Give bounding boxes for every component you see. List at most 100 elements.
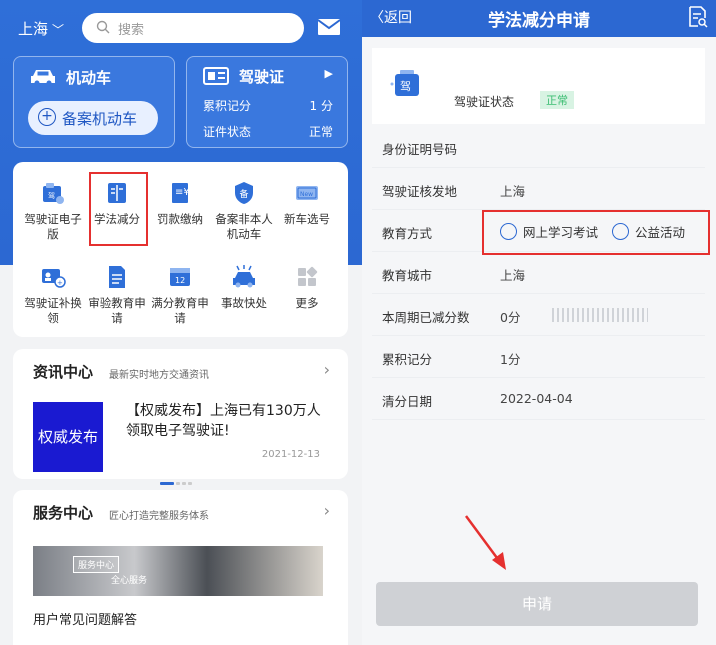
document-icon	[109, 266, 125, 288]
grid-item-review-education[interactable]: 审验教育申请	[85, 264, 149, 326]
status-badge: 正常	[540, 91, 574, 109]
search-icon	[96, 20, 110, 34]
register-vehicle-button[interactable]: + 备案机动车	[28, 101, 158, 135]
calendar-12-icon: 12	[170, 268, 190, 286]
id-card-icon: 驾	[43, 183, 64, 204]
clear-date-value: 2022-04-04	[500, 391, 573, 406]
clear-date-label: 清分日期	[382, 394, 433, 409]
apply-form: 身份证明号码 驾驶证核发地 上海 教育方式 网上学习考试 公益活动 教育城市 上…	[372, 126, 705, 420]
points-label: 累积记分	[203, 99, 252, 113]
grid-item-more[interactable]: 更多	[275, 264, 339, 311]
svg-text:+: +	[57, 279, 63, 287]
top-bar: 上海 ﹀ 搜索	[0, 0, 362, 56]
week-deducted-label: 本周期已减分数	[382, 310, 470, 325]
grid-item-license-reissue[interactable]: + 驾驶证补换领	[21, 264, 85, 326]
nav-bar: 〈返回 学法减分申请	[362, 0, 716, 37]
chevron-right-icon: ▶	[324, 67, 333, 80]
week-deducted-value: 0分	[500, 310, 521, 325]
form-row-week-deducted: 本周期已减分数 0分	[372, 294, 705, 336]
chevron-right-icon[interactable]: ›	[324, 360, 330, 379]
points-value: 1分	[500, 352, 521, 367]
vehicle-card[interactable]: 机动车 + 备案机动车	[13, 56, 175, 148]
svg-text:≡¥: ≡¥	[175, 187, 190, 198]
svg-text:备: 备	[240, 188, 249, 200]
service-center-card[interactable]: 服务中心 匠心打造完整服务体系 › 服务中心 全心服务 用户常见问题解答	[13, 490, 348, 645]
plus-icon: +	[38, 108, 56, 126]
grid-item-full-score-education[interactable]: 12 满分教育申请	[148, 264, 212, 326]
svg-text:驾: 驾	[48, 191, 55, 200]
license-status-label: 驾驶证状态	[454, 95, 515, 109]
highlight-box-edu-method	[482, 210, 710, 255]
grid-item-accident-quick[interactable]: 事故快处	[212, 264, 276, 311]
service-banner[interactable]: 服务中心 全心服务	[33, 546, 323, 596]
shield-bei-icon: 备	[235, 182, 253, 204]
mail-icon[interactable]	[317, 18, 341, 36]
grid-label: 罚款缴纳	[157, 212, 203, 226]
service-banner-text: 全心服务	[111, 576, 148, 586]
license-badge-icon: 驾	[390, 70, 419, 96]
form-row-clear-date: 清分日期 2022-04-04	[372, 378, 705, 420]
license-card-title: 驾驶证	[239, 68, 285, 86]
carousel-dots	[160, 470, 194, 489]
grid-label: 满分教育申请	[151, 296, 209, 325]
news-center-subtitle: 最新实时地方交通资讯	[109, 370, 209, 381]
edu-city-label: 教育城市	[382, 268, 433, 283]
license-status-label: 证件状态	[203, 125, 252, 139]
red-arrow-pointer	[464, 515, 506, 570]
new-plate-icon: New	[296, 186, 318, 200]
search-placeholder: 搜索	[118, 23, 145, 38]
apply-panel: 〈返回 学法减分申请 驾 驾驶证状态 正常 身份证明号码 驾驶证核发地 上海 教…	[362, 0, 716, 645]
news-thumbnail[interactable]: 权威发布	[33, 402, 103, 472]
license-card[interactable]: 驾驶证 ▶ 累积记分 1 分 证件状态 正常	[186, 56, 348, 148]
edu-method-label: 教育方式	[382, 226, 433, 241]
grid-item-pay-fine[interactable]: ≡¥ 罚款缴纳	[148, 180, 212, 227]
grid-item-register-other-vehicle[interactable]: 备 备案非本人机动车	[212, 180, 276, 242]
car-icon	[31, 70, 55, 86]
form-row-id: 身份证明号码	[372, 126, 705, 168]
redacted-bar	[552, 308, 648, 322]
grid-label: 事故快处	[221, 296, 267, 310]
points-label: 累积记分	[382, 352, 433, 367]
page-title: 学法减分申请	[488, 11, 590, 31]
document-search-icon[interactable]	[688, 6, 708, 28]
chevron-down-icon: ﹀	[52, 23, 65, 37]
news-center-title: 资讯中心	[33, 363, 94, 381]
grid-label: 审验教育申请	[88, 296, 146, 325]
grid-item-e-license[interactable]: 驾 驾驶证电子版	[21, 180, 85, 242]
home-panel: 上海 ﹀ 搜索 机动车 + 备案机动车 驾驶证 ▶ 累积记分 1 分 证件状态 正…	[0, 0, 362, 645]
news-date: 2021-12-13	[261, 449, 320, 460]
register-vehicle-label: 备案机动车	[62, 110, 138, 128]
grid-label: 驾驶证补换领	[24, 296, 82, 325]
id-label: 身份证明号码	[382, 142, 458, 157]
form-row-origin: 驾驶证核发地 上海	[372, 168, 705, 210]
badge-char: 驾	[400, 80, 411, 93]
news-headline[interactable]: 【权威发布】上海已有130万人领取电子驾驶证!	[126, 401, 326, 441]
grid-label: 新车选号	[284, 212, 330, 226]
service-banner-tag: 服务中心	[73, 556, 120, 573]
service-center-title: 服务中心	[33, 504, 94, 522]
chevron-right-icon[interactable]: ›	[324, 501, 330, 520]
service-grid: 驾 驾驶证电子版 学法减分 ≡¥ 罚款缴纳 备 备案非本人机动车 New 新车选…	[13, 162, 348, 337]
license-reissue-icon: +	[42, 269, 66, 288]
grid-label: 备案非本人机动车	[215, 212, 273, 241]
grid-label: 驾驶证电子版	[24, 212, 82, 241]
receipt-yen-icon: ≡¥	[172, 183, 190, 203]
highlight-box-study-deduct	[89, 172, 148, 246]
apply-button[interactable]: 申请	[376, 582, 698, 626]
news-center-card[interactable]: 资讯中心 最新实时地方交通资讯 › 权威发布 【权威发布】上海已有130万人领取…	[13, 349, 348, 485]
svg-text:New: New	[300, 191, 313, 198]
grid-item-new-plate[interactable]: New 新车选号	[275, 180, 339, 227]
city-selector[interactable]: 上海 ﹀	[18, 18, 64, 39]
origin-value: 上海	[500, 184, 526, 199]
search-input[interactable]: 搜索	[82, 13, 304, 43]
origin-label: 驾驶证核发地	[382, 184, 458, 199]
edu-city-value: 上海	[500, 268, 526, 283]
license-icon	[203, 67, 229, 85]
car-accident-icon	[233, 265, 255, 288]
grid-label: 更多	[295, 296, 319, 310]
form-row-points: 累积记分 1分	[372, 336, 705, 378]
vehicle-card-title: 机动车	[66, 69, 112, 87]
faq-link[interactable]: 用户常见问题解答	[33, 609, 137, 628]
more-grid-icon	[298, 266, 318, 286]
service-center-subtitle: 匠心打造完整服务体系	[109, 511, 209, 522]
